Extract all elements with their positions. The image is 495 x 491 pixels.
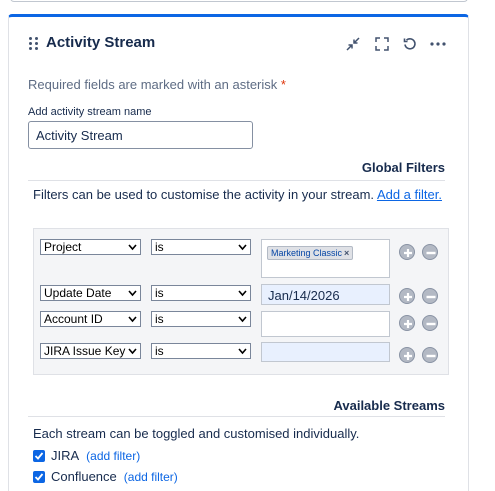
stream-name-label: Add activity stream name xyxy=(28,106,152,118)
filter-operator-select[interactable]: is xyxy=(151,311,251,327)
filter-field-value: Project xyxy=(44,240,82,254)
required-note-text: Required fields are marked with an aster… xyxy=(28,77,278,92)
filter-operator-value: is xyxy=(155,344,164,358)
filter-operator-select[interactable]: is xyxy=(151,343,251,359)
add-filter-link[interactable]: Add a filter. xyxy=(377,187,442,202)
global-filters-divider xyxy=(28,180,445,181)
previous-panel-edge xyxy=(10,0,468,2)
filter-operator-value: is xyxy=(155,240,164,254)
project-tag: Marketing Classic × xyxy=(267,246,354,260)
chevron-down-icon xyxy=(238,348,247,355)
fullscreen-icon[interactable] xyxy=(372,34,392,54)
filter-field-select[interactable]: JIRA Issue Key xyxy=(40,343,141,359)
gadget-header: Activity Stream xyxy=(9,17,468,73)
drag-handle-icon[interactable] xyxy=(29,37,39,51)
checkmark-icon xyxy=(34,451,44,460)
add-filter-icon[interactable] xyxy=(399,288,415,304)
remove-tag-icon[interactable]: × xyxy=(344,248,349,258)
filter-field-value: JIRA Issue Key xyxy=(44,344,126,358)
filter-value-multiselect[interactable]: Marketing Classic × xyxy=(261,239,390,278)
filter-field-select[interactable]: Update Date xyxy=(40,285,141,301)
filter-operator-select[interactable]: is xyxy=(151,285,251,301)
add-filter-icon[interactable] xyxy=(399,347,415,363)
date-value-input[interactable]: Jan/14/2026 xyxy=(261,284,390,305)
filters-description: Filters can be used to customise the act… xyxy=(33,185,443,204)
remove-filter-icon[interactable] xyxy=(422,315,438,331)
collapse-icon[interactable] xyxy=(343,34,363,54)
refresh-icon[interactable] xyxy=(400,34,420,54)
available-streams-heading: Available Streams xyxy=(333,398,445,413)
add-filter-icon[interactable] xyxy=(399,315,415,331)
gadget-title: Activity Stream xyxy=(46,34,156,51)
confluence-add-filter-link[interactable]: (add filter) xyxy=(124,470,178,484)
stream-name-input[interactable] xyxy=(28,121,253,149)
filters-description-text: Filters can be used to customise the act… xyxy=(33,187,375,202)
stream-item-jira: JIRA (add filter) xyxy=(33,448,140,463)
activity-stream-gadget: Activity Stream Required fields are mark… xyxy=(8,14,469,491)
remove-filter-icon[interactable] xyxy=(422,244,438,260)
filter-field-value: Account ID xyxy=(44,312,103,326)
issue-key-input[interactable] xyxy=(261,342,390,362)
stream-name: JIRA xyxy=(51,448,80,463)
filter-operator-value: is xyxy=(155,286,164,300)
filter-operator-value: is xyxy=(155,312,164,326)
available-streams-divider xyxy=(28,416,445,417)
checkmark-icon xyxy=(34,472,44,481)
chevron-down-icon xyxy=(128,348,137,355)
account-id-input[interactable] xyxy=(261,311,390,337)
add-filter-icon[interactable] xyxy=(399,244,415,260)
chevron-down-icon xyxy=(238,290,247,297)
required-fields-note: Required fields are marked with an aster… xyxy=(28,77,286,92)
jira-checkbox[interactable] xyxy=(33,449,45,462)
project-tag-label: Marketing Classic xyxy=(271,248,343,258)
jira-add-filter-link[interactable]: (add filter) xyxy=(86,449,140,463)
filter-field-select[interactable]: Account ID xyxy=(40,311,141,327)
chevron-down-icon xyxy=(128,290,137,297)
streams-description: Each stream can be toggled and customise… xyxy=(33,426,360,441)
stream-item-confluence: Confluence (add filter) xyxy=(33,469,178,484)
more-icon[interactable] xyxy=(428,34,448,54)
chevron-down-icon xyxy=(238,244,247,251)
remove-filter-icon[interactable] xyxy=(422,288,438,304)
chevron-down-icon xyxy=(238,316,247,323)
remove-filter-icon[interactable] xyxy=(422,347,438,363)
confluence-checkbox[interactable] xyxy=(33,470,45,483)
chevron-down-icon xyxy=(128,244,137,251)
required-asterisk: * xyxy=(280,77,286,92)
chevron-down-icon xyxy=(128,316,137,323)
filter-field-value: Update Date xyxy=(44,286,112,300)
global-filters-heading: Global Filters xyxy=(361,160,445,175)
stream-name: Confluence xyxy=(51,469,117,484)
filter-rows-container: Project is Marketing Classic × Update Dat… xyxy=(33,228,449,375)
filter-operator-select[interactable]: is xyxy=(151,239,251,255)
filter-field-select[interactable]: Project xyxy=(40,239,141,255)
